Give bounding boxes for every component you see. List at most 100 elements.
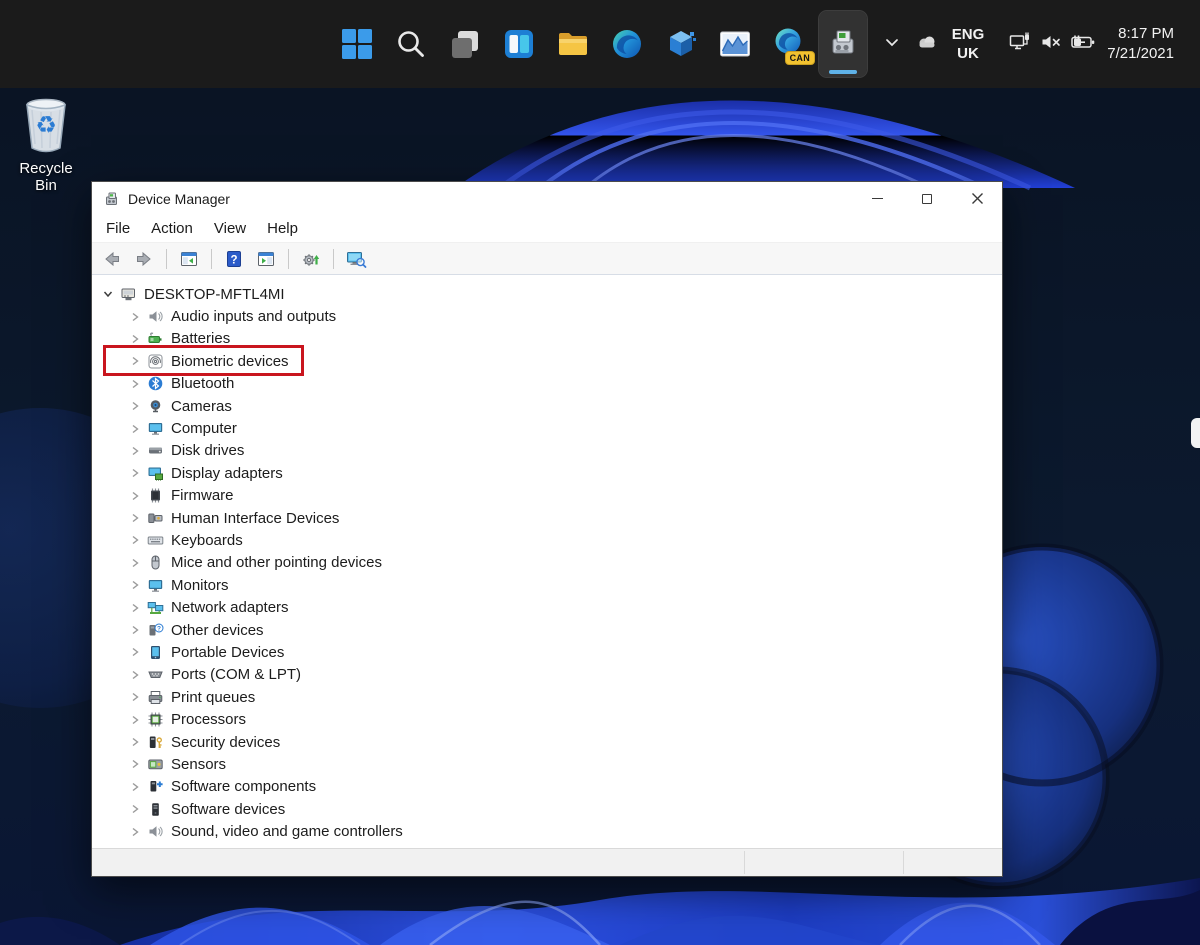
menu-view[interactable]: View (214, 220, 246, 237)
clock-date: 7/21/2021 (1107, 45, 1174, 62)
tree-item-computer[interactable]: Computer (92, 417, 1002, 439)
show-action-pane-button[interactable] (254, 247, 278, 271)
menu-bar: File Action View Help (92, 215, 1002, 243)
unknown-device-icon: ? (147, 622, 164, 639)
chevron-right-icon[interactable] (128, 579, 142, 591)
tree-item-label: Firmware (171, 487, 234, 505)
chevron-right-icon[interactable] (128, 423, 142, 435)
taskbar-app-start[interactable] (333, 11, 381, 77)
taskbar-app-edge[interactable] (603, 11, 651, 77)
chevron-right-icon[interactable] (128, 602, 142, 614)
status-bar (92, 848, 1002, 876)
tree-item-audio-inputs-and-outputs[interactable]: Audio inputs and outputs (92, 305, 1002, 327)
chevron-right-icon[interactable] (128, 624, 142, 636)
back-button[interactable] (100, 247, 124, 271)
taskbar-app-3d-viewer[interactable] (657, 11, 705, 77)
tree-item-portable-devices[interactable]: Portable Devices (92, 641, 1002, 663)
chevron-right-icon[interactable] (128, 333, 142, 345)
forward-button[interactable] (132, 247, 156, 271)
display-adapter-icon (147, 465, 164, 482)
clock[interactable]: 8:17 PM 7/21/2021 (1107, 24, 1174, 64)
menu-help[interactable]: Help (267, 220, 298, 237)
tree-root-computer[interactable]: DESKTOP-MFTL4MI (92, 283, 1002, 305)
toolbar-separator (333, 248, 334, 269)
chevron-down-icon[interactable] (101, 288, 115, 300)
network-icon[interactable] (1008, 31, 1032, 58)
chevron-right-icon[interactable] (128, 445, 142, 457)
show-console-tree-button[interactable] (177, 247, 201, 271)
maximize-button[interactable] (902, 182, 952, 215)
volume-muted-icon[interactable] (1039, 31, 1063, 58)
tree-root-label: DESKTOP-MFTL4MI (144, 285, 285, 303)
chevron-right-icon[interactable] (128, 378, 142, 390)
taskbar-app-widgets[interactable] (495, 11, 543, 77)
device-tree: DESKTOP-MFTL4MI Audio inputs and outputs… (92, 275, 1002, 848)
tree-item-sensors[interactable]: Sensors (92, 753, 1002, 775)
chevron-right-icon[interactable] (128, 467, 142, 479)
tree-item-label: Sound, video and game controllers (171, 823, 403, 841)
tree-item-software-devices[interactable]: Software devices (92, 798, 1002, 820)
tree-item-display-adapters[interactable]: Display adapters (92, 462, 1002, 484)
software-component-icon (147, 778, 164, 795)
tree-item-other-devices[interactable]: ? Other devices (92, 619, 1002, 641)
chevron-right-icon[interactable] (128, 781, 142, 793)
chevron-right-icon[interactable] (128, 758, 142, 770)
help-button[interactable]: ? (222, 247, 246, 271)
tree-item-keyboards[interactable]: Keyboards (92, 529, 1002, 551)
taskbar: CAN ENG UK 8:17 PM 7/21/2021 (0, 0, 1200, 88)
taskbar-app-file-explorer[interactable] (549, 11, 597, 77)
tree-item-disk-drives[interactable]: Disk drives (92, 440, 1002, 462)
toolbar-separator (288, 248, 289, 269)
chevron-right-icon[interactable] (128, 803, 142, 815)
tree-item-software-components[interactable]: Software components (92, 776, 1002, 798)
tree-item-human-interface-devices[interactable]: Human Interface Devices (92, 507, 1002, 529)
update-driver-button[interactable] (299, 247, 323, 271)
tree-item-label: Cameras (171, 397, 232, 415)
close-button[interactable] (952, 182, 1002, 215)
tree-item-firmware[interactable]: Firmware (92, 485, 1002, 507)
chevron-right-icon[interactable] (128, 736, 142, 748)
tree-item-print-queues[interactable]: Print queues (92, 686, 1002, 708)
tree-item-cameras[interactable]: Cameras (92, 395, 1002, 417)
minimize-button[interactable] (852, 182, 902, 215)
chevron-right-icon[interactable] (128, 557, 142, 569)
recycle-bin-shortcut[interactable]: ♻ Recycle Bin (8, 96, 84, 194)
tree-item-mice-and-other-pointing-devices[interactable]: Mice and other pointing devices (92, 552, 1002, 574)
taskbar-app-performance-monitor[interactable] (711, 11, 759, 77)
title-bar[interactable]: Device Manager (92, 182, 1002, 215)
language-indicator[interactable]: ENG UK (952, 25, 985, 63)
performance-monitor-icon (718, 27, 752, 61)
chevron-right-icon[interactable] (128, 490, 142, 502)
chevron-right-icon[interactable] (128, 691, 142, 703)
tree-item-network-adapters[interactable]: Network adapters (92, 596, 1002, 618)
tree-item-sound-video-and-game-controllers[interactable]: Sound, video and game controllers (92, 820, 1002, 842)
tree-item-security-devices[interactable]: Security devices (92, 731, 1002, 753)
taskbar-app-task-view[interactable] (441, 11, 489, 77)
chevron-right-icon[interactable] (128, 311, 142, 323)
tree-item-label: Processors (171, 711, 247, 729)
window-title: Device Manager (128, 190, 230, 207)
screen-edge-artifact (1191, 418, 1200, 448)
chevron-right-icon[interactable] (128, 669, 142, 681)
taskbar-app-device-manager[interactable] (818, 10, 868, 78)
tree-item-processors[interactable]: Processors (92, 708, 1002, 730)
security-device-icon (147, 734, 164, 751)
onedrive-cloud-icon[interactable] (914, 32, 940, 57)
chevron-right-icon[interactable] (128, 400, 142, 412)
tree-item-monitors[interactable]: Monitors (92, 574, 1002, 596)
menu-action[interactable]: Action (151, 220, 193, 237)
chevron-right-icon[interactable] (128, 512, 142, 524)
chevron-right-icon[interactable] (128, 826, 142, 838)
active-app-indicator (829, 70, 857, 74)
chevron-right-icon[interactable] (128, 646, 142, 658)
scan-hardware-changes-button[interactable] (344, 247, 368, 271)
taskbar-app-search[interactable] (387, 11, 435, 77)
chevron-down-icon[interactable] (882, 32, 902, 57)
chevron-right-icon[interactable] (128, 534, 142, 546)
taskbar-app-edge-canary[interactable]: CAN (765, 11, 815, 77)
tree-item-ports-com-lpt[interactable]: Ports (COM & LPT) (92, 664, 1002, 686)
chevron-right-icon[interactable] (128, 714, 142, 726)
battery-charging-icon[interactable] (1070, 31, 1097, 58)
menu-file[interactable]: File (106, 220, 130, 237)
toolbar-separator (211, 248, 212, 269)
